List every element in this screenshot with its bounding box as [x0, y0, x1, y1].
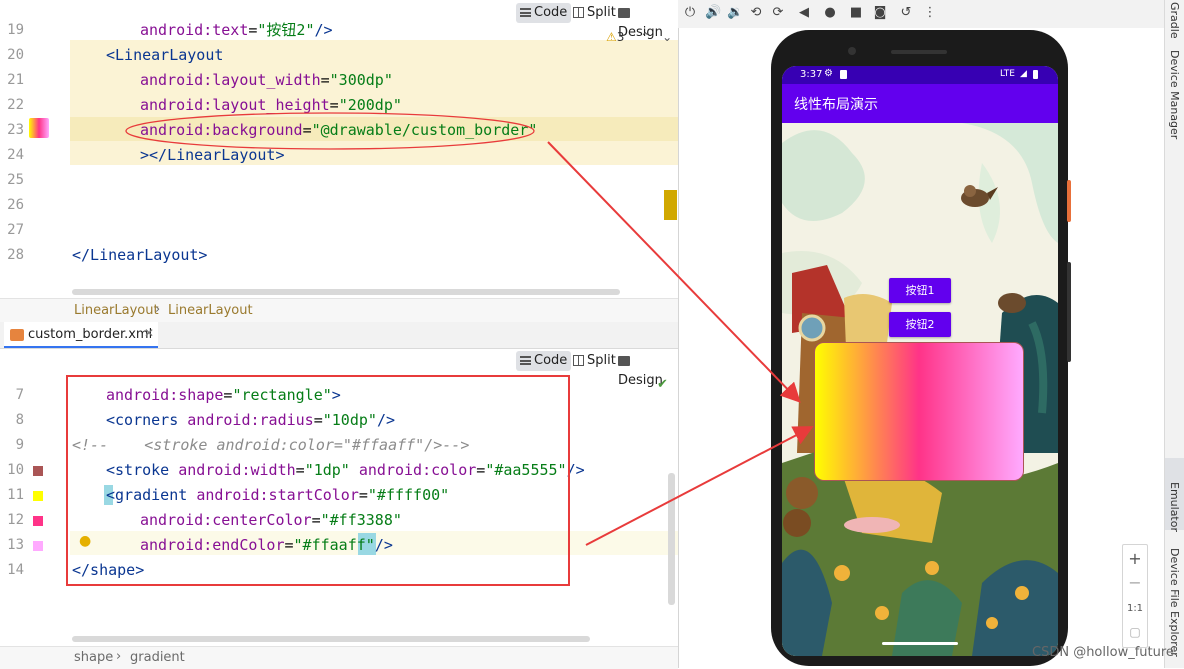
volume-up-icon[interactable]: 🔊 — [705, 6, 721, 20]
bottom-breadcrumb: shape › gradient — [0, 646, 678, 669]
design-mode-button[interactable]: Design — [614, 3, 678, 40]
bottom-editor: 7 android:shape="rectangle"> 8 <corners and… — [0, 349, 678, 646]
breadcrumb-item[interactable]: LinearLayout — [74, 303, 159, 318]
front-camera — [848, 47, 856, 55]
side-tab-emulator: Emulator — [1168, 482, 1181, 532]
color-swatch[interactable] — [33, 516, 43, 526]
breadcrumb-separator: › — [155, 302, 161, 317]
line-number: 10 — [7, 462, 24, 478]
side-tab-device-manager[interactable]: Device Manager — [1168, 50, 1181, 139]
zoom-out-button[interactable]: − — [1123, 573, 1147, 592]
split-mode-button[interactable]: Split — [569, 351, 620, 371]
power-button[interactable] — [1067, 180, 1071, 222]
code-icon — [520, 8, 531, 17]
button-2[interactable]: 按钮2 — [889, 312, 951, 337]
home-icon[interactable]: ● — [823, 6, 837, 20]
file-tab-bar: custom_border.xml ✕ — [0, 322, 678, 349]
earpiece — [891, 50, 947, 54]
file-tab-label: custom_border.xml — [28, 327, 153, 342]
side-tab-emulator-active[interactable]: Emulator — [1165, 458, 1184, 532]
snapshot-icon[interactable]: ↺ — [899, 6, 913, 20]
code-annotation-box — [66, 375, 570, 586]
breadcrumb-item[interactable]: gradient — [130, 650, 185, 665]
sd-card-icon — [840, 70, 847, 79]
circle-annotation — [125, 112, 535, 150]
line-number: 8 — [15, 412, 24, 428]
overview-icon[interactable]: ■ — [849, 6, 863, 20]
split-mode-button[interactable]: Split — [569, 3, 620, 23]
design-mode-button[interactable]: Design — [614, 351, 678, 388]
custom-border-layout — [814, 342, 1024, 481]
fit-screen-icon[interactable]: ▢ — [1123, 625, 1147, 639]
more-icon[interactable]: ⋮ — [923, 6, 937, 20]
back-icon[interactable]: ◀ — [797, 6, 811, 20]
horizontal-scrollbar[interactable] — [72, 289, 620, 295]
breadcrumb-item[interactable]: shape — [74, 650, 113, 665]
line-number: 14 — [7, 562, 24, 578]
code-mode-button[interactable]: Code — [516, 351, 572, 371]
camera-icon[interactable]: ◙ — [873, 6, 887, 20]
network-label: LTE — [1000, 69, 1015, 79]
close-icon[interactable]: ✕ — [144, 326, 154, 340]
watermark: CSDN @hollow_future — [1032, 645, 1174, 660]
zoom-panel: + − 1:1 ▢ — [1122, 544, 1148, 648]
rotate-left-icon[interactable]: ⟲ — [749, 6, 763, 20]
settings-icon: ⚙ — [824, 68, 833, 79]
side-tool-strip: Gradle Device Manager Emulator Device Fi… — [1164, 0, 1184, 668]
next-highlight-icon[interactable]: ⌄ — [662, 30, 672, 44]
volume-down-icon[interactable]: 🔉 — [727, 6, 743, 20]
signal-icon: ◢ — [1020, 69, 1027, 79]
warning-icon: ⚠ — [606, 30, 617, 44]
line-number: 9 — [15, 437, 24, 453]
editor-mode-toolbar: Code Split Design — [514, 351, 678, 388]
status-bar: 3:37 ⚙ LTE ◢ — [782, 66, 1058, 84]
prev-highlight-icon[interactable]: ⌃ — [640, 30, 650, 44]
split-icon — [573, 355, 584, 366]
line-number: 7 — [15, 387, 24, 403]
vertical-scrollbar[interactable] — [668, 473, 675, 605]
code-icon — [520, 356, 531, 365]
zoom-reset-button[interactable]: 1:1 — [1123, 603, 1147, 614]
design-icon — [618, 355, 630, 366]
color-swatch[interactable] — [33, 466, 43, 476]
line-number: 12 — [7, 512, 24, 528]
editor-mode-toolbar: Code Split Design — [514, 3, 678, 40]
xml-file-icon — [10, 329, 24, 341]
inspection-widget[interactable]: ⚠3 ⌃ ⌄ — [606, 30, 676, 48]
line-number: 11 — [7, 487, 24, 503]
split-icon — [573, 7, 584, 18]
color-swatch[interactable] — [33, 541, 43, 551]
file-tab-custom-border[interactable]: custom_border.xml ✕ — [4, 322, 158, 348]
emulator-toolbar: ⏻ 🔊 🔉 ⟲ ⟳ ◀ ● ■ ◙ ↺ ⋮ — [678, 0, 1164, 28]
app-title: 线性布局演示 — [794, 97, 878, 113]
gesture-handle[interactable] — [882, 642, 958, 645]
breadcrumb-separator: › — [116, 649, 122, 664]
volume-rocker[interactable] — [1067, 262, 1071, 362]
editor-pane: 19 android:text="按钮2"/> 20 <LinearLayout 21 a… — [0, 0, 679, 669]
code-mode-button[interactable]: Code — [516, 3, 572, 23]
device-screen[interactable]: 3:37 ⚙ LTE ◢ 线性布局演示 按钮1 按钮2 — [782, 66, 1058, 656]
zoom-in-button[interactable]: + — [1123, 549, 1147, 568]
battery-icon — [1033, 70, 1038, 79]
side-tab-gradle[interactable]: Gradle — [1168, 2, 1181, 39]
scroll-marker — [664, 190, 677, 220]
status-time: 3:37 — [800, 69, 823, 80]
button-1[interactable]: 按钮1 — [889, 278, 951, 303]
top-breadcrumb: LinearLayout › LinearLayout — [0, 298, 678, 323]
top-editor: 19 android:text="按钮2"/> 20 <LinearLayout 21 a… — [0, 0, 678, 298]
design-icon — [618, 7, 630, 18]
side-tab-device-file-explorer[interactable]: Device File Explorer — [1168, 548, 1181, 657]
rotate-right-icon[interactable]: ⟳ — [771, 6, 785, 20]
color-swatch[interactable] — [33, 491, 43, 501]
app-bar: 线性布局演示 — [782, 84, 1058, 123]
line-number: 13 — [7, 537, 24, 553]
check-icon: ✔ — [657, 377, 668, 392]
power-icon[interactable]: ⏻ — [683, 6, 697, 20]
horizontal-scrollbar[interactable] — [72, 636, 590, 642]
breadcrumb-item[interactable]: LinearLayout — [168, 303, 253, 318]
